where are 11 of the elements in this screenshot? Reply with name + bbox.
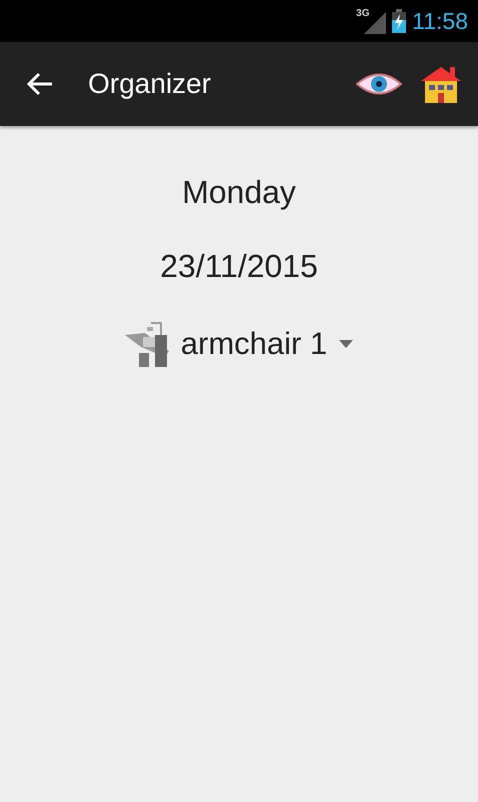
clock-time: 11:58 xyxy=(412,8,468,34)
day-label: Monday xyxy=(182,174,296,212)
eye-icon xyxy=(356,71,402,97)
house-icon xyxy=(421,65,461,103)
back-arrow-icon xyxy=(26,72,54,96)
app-title: Organizer xyxy=(88,68,212,100)
caret-icon xyxy=(339,340,354,348)
battery-charging-icon xyxy=(392,9,406,33)
date-label: 23/11/2015 xyxy=(160,248,318,285)
chair-dropdown[interactable]: armchair 1 xyxy=(118,317,360,371)
network-type: 3G xyxy=(356,8,370,19)
